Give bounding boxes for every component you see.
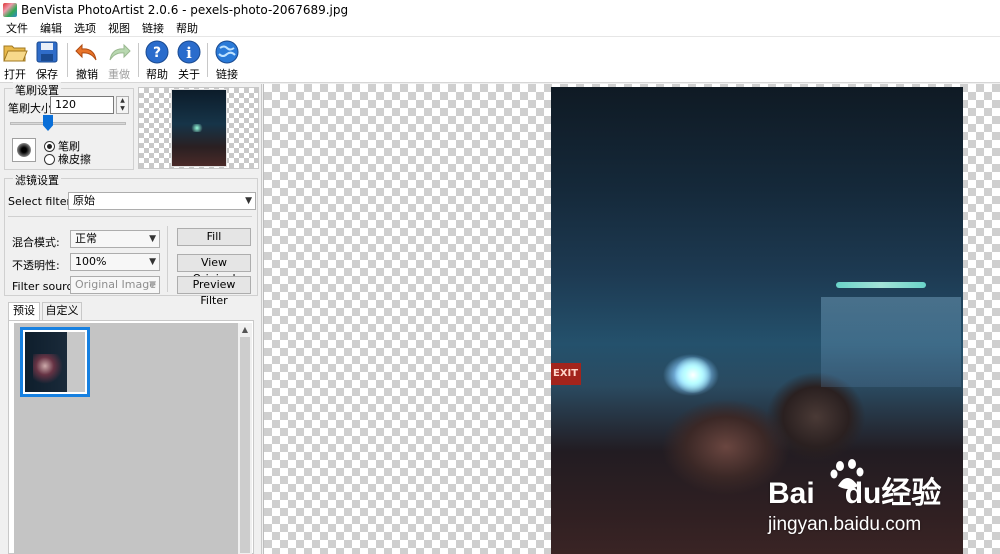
vertical-divider [167,226,168,292]
preset-scrollbar[interactable]: ▲ [238,323,252,554]
window-title: BenVista PhotoArtist 2.0.6 - pexels-phot… [21,3,349,17]
radio-brush[interactable] [44,140,55,152]
filter-source-dropdown[interactable]: Original Image ▼ [70,276,160,294]
folder-open-icon [3,45,28,62]
brush-dot-icon [17,143,31,157]
preview-filter-button[interactable]: Preview Filter [177,276,251,307]
opacity-dropdown[interactable]: 100% ▼ [70,253,160,271]
redo-icon [109,43,131,61]
brush-size-slider[interactable] [10,122,126,125]
help-question-icon: ? [145,40,169,64]
save-button[interactable]: 保存 [32,39,62,83]
view-original-button[interactable]: View Original [177,254,251,285]
menu-view[interactable]: 视图 [102,20,136,36]
filter-settings-title: 滤镜设置 [13,172,61,188]
brush-size-label: 笔刷大小: [8,102,56,115]
chevron-down-icon: ▼ [245,196,252,206]
toolbar-separator [138,43,139,77]
radio-eraser[interactable] [44,153,55,165]
redo-button[interactable]: 重做 [104,39,134,83]
help-button[interactable]: ? 帮助 [142,39,172,83]
scrollbar-thumb[interactable] [240,337,250,553]
fill-button[interactable]: Fill [177,228,251,246]
navigator-thumbnail [171,89,227,167]
title-bar: BenVista PhotoArtist 2.0.6 - pexels-phot… [0,0,1000,20]
toolbar: 打开 保存 撤销 重做 ? 帮助 i 关于 链接 [0,37,1000,83]
tab-presets[interactable]: 预设 [8,302,40,321]
menu-help[interactable]: 帮助 [170,20,204,36]
spin-up-icon[interactable]: ▲ [117,97,128,105]
toolbar-separator [207,43,208,77]
mode-eraser-option[interactable]: 橡皮擦 [44,151,91,167]
brush-size-input[interactable]: 120 [50,96,114,114]
about-button[interactable]: i 关于 [174,39,204,83]
preset-thumbnail-selected[interactable] [20,327,90,397]
navigator-preview[interactable] [138,87,259,169]
preset-thumbnail-image [25,332,85,392]
link-button[interactable]: 链接 [212,39,242,83]
menu-link[interactable]: 链接 [136,20,170,36]
baidu-watermark: Bai du经验 jingyan.baidu.com [768,459,948,538]
open-button[interactable]: 打开 [0,39,30,83]
globe-icon [215,40,239,64]
chevron-down-icon: ▼ [149,234,156,244]
preset-panel: ▲ [8,320,254,554]
menu-options[interactable]: 选项 [68,20,102,36]
preset-thumbnail-list [14,323,238,554]
scroll-up-icon[interactable]: ▲ [238,325,252,334]
brush-shape-preview [12,138,36,162]
photo-camera-flash [673,357,713,393]
baidu-paw-icon [830,459,864,489]
svg-text:i: i [186,44,192,62]
floppy-disk-icon [36,41,58,63]
app-icon [3,3,17,17]
svg-text:?: ? [153,45,161,61]
undo-button[interactable]: 撤销 [72,39,102,83]
menu-bar: 文件 编辑 选项 视图 链接 帮助 [0,20,1000,37]
photo-wall-panels [821,297,961,387]
tab-custom[interactable]: 自定义 [42,302,82,320]
opacity-label: 不透明性: [12,259,60,272]
brush-size-spinner[interactable]: ▲ ▼ [116,96,129,114]
blend-mode-dropdown[interactable]: 正常 ▼ [70,230,160,248]
watermark-url: jingyan.baidu.com [768,514,922,535]
left-panel: 笔刷设置 笔刷大小: 120 ▲ ▼ 笔刷 橡皮擦 滤镜设置 Select fi… [0,82,262,554]
chevron-down-icon: ▼ [149,257,156,267]
chevron-down-icon: ▼ [149,280,156,290]
divider [8,216,252,217]
menu-file[interactable]: 文件 [0,20,34,36]
toolbar-separator [67,43,68,77]
select-filter-label: Select filter: [8,195,75,208]
undo-icon [75,43,97,61]
menu-edit[interactable]: 编辑 [34,20,68,36]
blend-mode-label: 混合模式: [12,236,60,249]
info-icon: i [177,40,201,64]
photo-exit-sign: EXIT [551,363,581,385]
spin-down-icon[interactable]: ▼ [117,105,128,113]
select-filter-dropdown[interactable]: 原始 ▼ [68,192,256,210]
photo-ceiling-lights [836,282,926,288]
